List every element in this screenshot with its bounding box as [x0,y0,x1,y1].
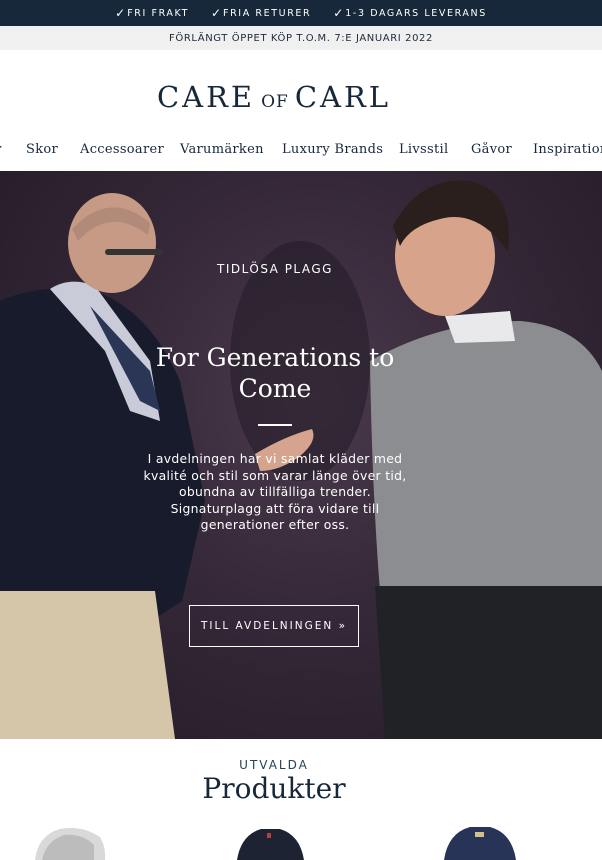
featured-eyebrow: UTVALDA [239,758,309,772]
hero-divider [258,424,292,426]
check-icon: ✓ [210,6,222,20]
hero-banner: TIDLÖSA PLAGG For Generations to Come I … [0,171,602,739]
logo-word: CARL [294,80,392,114]
hero-cta-button[interactable]: TILL AVDELNINGEN » [189,605,359,647]
nav-item-luxury-brands[interactable]: Luxury Brands [282,142,383,157]
logo-word: OF [261,92,289,112]
usp-bar: ✓ FRI FRAKT ✓ FRIA RETURER ✓ 1-3 DAGARS LEV… [0,0,602,26]
nav-item-varumarken[interactable]: Varumärken [180,142,264,157]
nav-item-inspiration[interactable]: Inspiration [533,142,602,157]
featured-title: Produkter [202,772,346,805]
product-image[interactable] [30,825,110,860]
hero-description: I avdelningen har vi samlat kläder med k… [143,451,407,532]
nav-item-accessoarer[interactable]: Accessoarer [80,142,164,157]
usp-item: ✓ FRI FRAKT [115,6,189,20]
nav-item-gavor[interactable]: Gåvor [471,142,512,157]
hero-eyebrow: TIDLÖSA PLAGG [217,262,333,276]
product-image[interactable] [440,823,520,860]
product-image[interactable] [233,823,308,860]
hero-title: For Generations to Come [155,343,395,403]
nav-item-skor[interactable]: Skor [26,142,58,157]
logo[interactable]: CARE OF CARL [0,80,548,114]
usp-item: ✓ 1-3 DAGARS LEVERANS [333,6,487,20]
main-nav: r Skor Accessoarer Varumärken Luxury Bra… [0,142,602,164]
notice-bar: FÖRLÄNGT ÖPPET KÖP T.O.M. 7:E JANUARI 20… [0,26,602,50]
hero-content: TIDLÖSA PLAGG For Generations to Come I … [0,171,550,739]
notice-text: FÖRLÄNGT ÖPPET KÖP T.O.M. 7:E JANUARI 20… [169,32,433,44]
check-icon: ✓ [115,6,126,20]
usp-item: ✓ FRIA RETURER [210,6,312,20]
nav-item-livsstil[interactable]: Livsstil [399,142,448,157]
logo-word: CARE [156,80,256,114]
nav-item-cut[interactable]: r [0,142,1,157]
check-icon: ✓ [333,6,344,20]
